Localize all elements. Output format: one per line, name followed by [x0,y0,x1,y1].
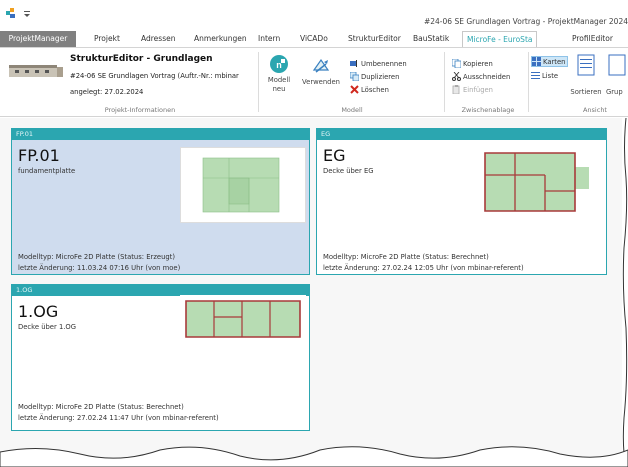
group-separator [258,52,259,112]
svg-text:n: n [276,60,282,70]
delete-label: Löschen [361,85,389,94]
torn-edge-bottom [0,446,628,467]
paste-button[interactable]: Einfügen [452,84,493,95]
group-label-partial: Grup [606,88,623,96]
model-thumbnail [475,147,601,223]
ribbon-tabs: ProjektManager Projekt Adressen Anmerkun… [0,31,628,48]
scissors-icon [452,72,461,81]
floor-plan-image [202,157,280,213]
delete-icon [350,85,359,94]
tab-anmerkungen[interactable]: Anmerkungen [194,31,247,47]
app-icon[interactable] [6,8,17,21]
list-icon [531,72,540,79]
tab-vicado[interactable]: ViCADo [300,31,328,47]
cut-button[interactable]: Ausschneiden [452,71,510,82]
card-model-name: 1.OG [18,302,59,321]
project-description: #24-06 SE Grundlagen Vortrag (Auftr.-Nr.… [70,72,239,80]
paste-icon [452,85,460,94]
cards-icon [532,57,541,66]
card-last-change: letzte Änderung: 27.02.24 12:05 Uhr (von… [323,264,524,272]
floor-plan-image [185,300,301,338]
window-title: #24-06 SE Grundlagen Vortrag - ProjektMa… [423,17,628,26]
title-bar: #24-06 SE Grundlagen Vortrag - ProjektMa… [0,0,628,30]
group-separator [444,52,445,112]
sort-icon [577,54,595,76]
copy-label: Kopieren [463,59,493,68]
rename-icon [350,60,357,67]
cut-label: Ausschneiden [463,72,511,81]
model-thumbnail [180,147,306,223]
floor-plan-image [484,152,589,212]
duplicate-icon [350,72,359,81]
card-header: FP.01 [12,129,309,140]
project-title: StrukturEditor - Grundlagen [70,54,213,64]
model-card-eg[interactable]: EG EG Decke über EG Modelltyp: MicroFe 2… [316,128,607,275]
card-model-name: EG [323,146,346,165]
card-model-type: Modelltyp: MicroFe 2D Platte (Status: Er… [18,253,176,261]
group-label-model: Modell [341,106,363,114]
group-separator [528,52,529,112]
card-model-type: Modelltyp: MicroFe 2D Platte (Status: Be… [323,253,489,261]
card-model-type: Modelltyp: MicroFe 2D Platte (Status: Be… [18,403,184,411]
delete-button[interactable]: Löschen [350,84,389,95]
card-description: Decke über 1.OG [18,323,77,331]
duplicate-label: Duplizieren [361,72,400,81]
model-thumbnail [180,295,306,345]
use-model-button[interactable]: Verwenden [300,54,342,86]
tab-microfe-eurosta[interactable]: MicroFe - EuroSta [462,31,538,48]
model-card-fp01[interactable]: FP.01 FP.01 fundamentplatte Modelltyp: M… [11,128,310,275]
card-header: EG [317,129,606,140]
group-label-view: Ansicht [582,106,607,114]
group-icon [608,54,626,76]
duplicate-button[interactable]: Duplizieren [350,71,399,82]
tab-baustatik[interactable]: BauStatik [413,31,449,47]
customize-icon[interactable] [23,10,31,20]
paste-label: Einfügen [463,85,493,94]
card-last-change: letzte Änderung: 11.03.24 07:16 Uhr (von… [18,264,181,272]
tab-intern[interactable]: Intern [258,31,280,47]
tab-projektmanager[interactable]: ProjektManager [0,31,76,47]
copy-icon [452,59,461,68]
tab-adressen[interactable]: Adressen [141,31,175,47]
copy-button[interactable]: Kopieren [452,58,493,69]
sort-button[interactable]: Sortieren [568,54,604,96]
cards-view-button[interactable]: Karten [531,56,569,67]
sort-label: Sortieren [570,88,602,96]
use-model-icon [312,58,330,73]
card-description: fundamentplatte [18,167,76,175]
group-button[interactable]: Grup [606,54,628,96]
tab-struktureditor[interactable]: StrukturEditor [348,31,401,47]
tab-profileditor[interactable]: ProfilEditor [572,31,613,47]
use-model-label: Verwenden [302,78,340,86]
project-thumbnail [9,65,63,77]
rename-button[interactable]: Umbenennen [350,58,407,69]
new-model-icon: n [270,55,288,73]
list-view-label: Liste [542,71,559,80]
new-model-button[interactable]: n Modell neu [262,54,296,94]
project-date: angelegt: 27.02.2024 [70,88,144,96]
card-description: Decke über EG [323,167,374,175]
card-model-name: FP.01 [18,146,60,165]
card-last-change: letzte Änderung: 27.02.24 11:47 Uhr (von… [18,414,219,422]
quick-access-toolbar [6,8,31,21]
tab-projekt[interactable]: Projekt [94,31,120,47]
group-label-clipboard: Zwischenablage [461,106,515,114]
torn-edge-right [622,117,628,467]
model-card-1og[interactable]: 1.OG 1.OG Decke über 1.OG Modelltyp: Mic… [11,284,310,431]
group-label-project-info: Projekt-Informationen [104,106,176,114]
ribbon: StrukturEditor - Grundlagen #24-06 SE Gr… [0,47,628,117]
cards-view-label: Karten [543,57,566,66]
new-model-label: Modell neu [267,76,291,93]
list-view-button[interactable]: Liste [531,70,558,81]
rename-label: Umbenennen [361,59,407,68]
